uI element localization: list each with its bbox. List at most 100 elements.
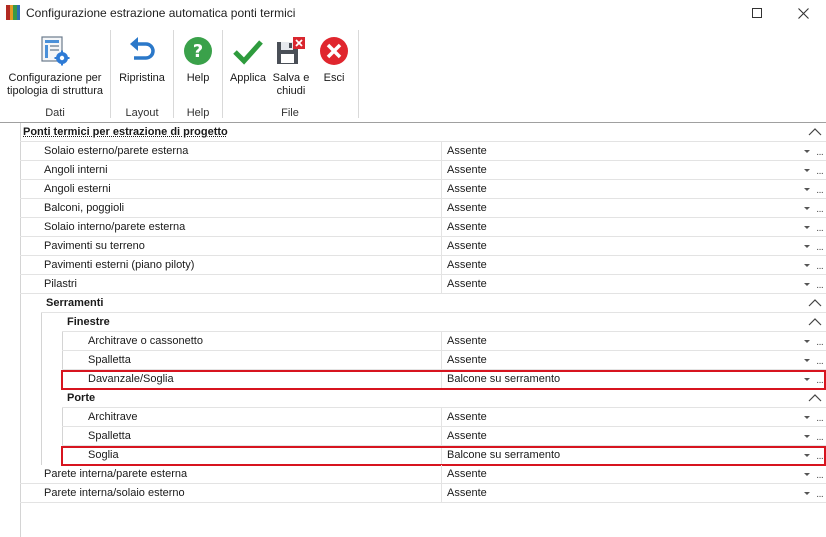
dropdown-arrow-icon[interactable]: [804, 492, 810, 495]
group-file-label: File: [281, 107, 299, 119]
property-name: Soglia: [62, 446, 441, 465]
dropdown-arrow-icon[interactable]: [804, 169, 810, 172]
applica-button[interactable]: Applica: [226, 34, 270, 85]
property-name: Spalletta: [62, 351, 441, 370]
group-dati-label: Dati: [45, 107, 65, 119]
dropdown-arrow-icon[interactable]: [804, 340, 810, 343]
category-porte[interactable]: Porte: [62, 389, 826, 408]
dropdown-arrow-icon[interactable]: [804, 150, 810, 153]
category-finestre[interactable]: Finestre: [62, 313, 826, 332]
save-close-button[interactable]: Salva e chiudi: [270, 34, 312, 98]
ribbon-separator: [110, 30, 111, 118]
category-label: Serramenti: [46, 297, 104, 309]
dropdown-arrow-icon[interactable]: [804, 378, 810, 381]
property-name: Solaio interno/parete esterna: [20, 218, 441, 237]
config-structure-button[interactable]: Configurazione per tipologia di struttur…: [4, 34, 106, 98]
property-row[interactable]: Solaio esterno/parete esterna Assente ···: [0, 142, 826, 161]
property-value-dropdown[interactable]: Assente ···: [441, 275, 826, 294]
maximize-button[interactable]: [734, 0, 780, 26]
property-value-dropdown[interactable]: Assente ···: [441, 180, 826, 199]
dropdown-arrow-icon[interactable]: [804, 473, 810, 476]
property-row[interactable]: Solaio interno/parete esterna Assente ···: [0, 218, 826, 237]
property-row[interactable]: Pilastri Assente ···: [0, 275, 826, 294]
window-title: Configurazione estrazione automatica pon…: [26, 6, 296, 20]
property-value: Balcone su serramento: [447, 373, 561, 385]
property-value-dropdown[interactable]: Balcone su serramento ···: [441, 370, 826, 389]
dropdown-arrow-icon[interactable]: [804, 264, 810, 267]
property-row[interactable]: Parete interna/parete esterna Assente ···: [0, 465, 826, 484]
property-name: Angoli interni: [20, 161, 441, 180]
dropdown-arrow-icon[interactable]: [804, 207, 810, 210]
property-name: Architrave o cassonetto: [62, 332, 441, 351]
property-grid: Ponti termici per estrazione di progetto…: [0, 122, 826, 537]
dropdown-arrow-icon[interactable]: [804, 283, 810, 286]
close-icon: [797, 7, 809, 19]
group-layout-label: Layout: [125, 107, 159, 119]
property-row-highlighted[interactable]: Soglia Balcone su serramento ···: [0, 446, 826, 465]
property-row[interactable]: Angoli esterni Assente ···: [0, 180, 826, 199]
property-value: Assente: [447, 240, 487, 252]
property-value-dropdown[interactable]: Assente ···: [441, 218, 826, 237]
category-ponti-termici[interactable]: Ponti termici per estrazione di progetto: [20, 123, 826, 142]
property-name: Pavimenti esterni (piano piloty): [20, 256, 441, 275]
config-structure-label: Configurazione per tipologia di struttur…: [7, 72, 103, 97]
applica-label: Applica: [229, 72, 267, 84]
collapse-chevron-icon[interactable]: [808, 298, 822, 307]
ripristina-button[interactable]: Ripristina: [114, 34, 170, 85]
help-button[interactable]: ? Help: [177, 34, 219, 85]
undo-icon: [125, 34, 159, 68]
property-row-highlighted[interactable]: Davanzale/Soglia Balcone su serramento ··…: [0, 370, 826, 389]
exit-icon: [317, 34, 351, 68]
property-row[interactable]: Architrave Assente ···: [0, 408, 826, 427]
save-close-label: Salva e chiudi: [272, 72, 310, 97]
dropdown-arrow-icon[interactable]: [804, 188, 810, 191]
property-row[interactable]: Architrave o cassonetto Assente ···: [0, 332, 826, 351]
property-value: Assente: [447, 183, 487, 195]
collapse-chevron-icon[interactable]: [808, 127, 822, 136]
dropdown-arrow-icon[interactable]: [804, 245, 810, 248]
property-value-dropdown[interactable]: Assente ···: [441, 142, 826, 161]
dropdown-arrow-icon[interactable]: [804, 359, 810, 362]
property-row[interactable]: Parete interna/solaio esterno Assente ···: [0, 484, 826, 503]
property-value-dropdown[interactable]: Assente ···: [441, 427, 826, 446]
property-name: Angoli esterni: [20, 180, 441, 199]
dropdown-arrow-icon[interactable]: [804, 435, 810, 438]
close-window-button[interactable]: [780, 0, 826, 26]
dropdown-arrow-icon[interactable]: [804, 454, 810, 457]
property-value: Assente: [447, 335, 487, 347]
property-value-dropdown[interactable]: Assente ···: [441, 408, 826, 427]
property-row[interactable]: Spalletta Assente ···: [0, 351, 826, 370]
category-label: Finestre: [67, 316, 110, 328]
group-help-label: Help: [186, 107, 210, 119]
property-name: Davanzale/Soglia: [62, 370, 441, 389]
property-name: Pilastri: [20, 275, 441, 294]
category-serramenti[interactable]: Serramenti: [41, 294, 826, 313]
property-value-dropdown[interactable]: Assente ···: [441, 465, 826, 484]
property-value-dropdown[interactable]: Assente ···: [441, 332, 826, 351]
ripristina-label: Ripristina: [119, 72, 165, 84]
property-value: Assente: [447, 145, 487, 157]
collapse-chevron-icon[interactable]: [808, 393, 822, 402]
property-value-dropdown[interactable]: Assente ···: [441, 256, 826, 275]
property-value-dropdown[interactable]: Assente ···: [441, 161, 826, 180]
property-row[interactable]: Balconi, poggioli Assente ···: [0, 199, 826, 218]
property-value-dropdown[interactable]: Assente ···: [441, 351, 826, 370]
title-bar: Configurazione estrazione automatica pon…: [0, 0, 826, 26]
property-row[interactable]: Pavimenti esterni (piano piloty) Assente…: [0, 256, 826, 275]
property-value-dropdown[interactable]: Balcone su serramento ···: [441, 446, 826, 465]
property-value-dropdown[interactable]: Assente ···: [441, 199, 826, 218]
dropdown-arrow-icon[interactable]: [804, 416, 810, 419]
property-row[interactable]: Angoli interni Assente ···: [0, 161, 826, 180]
collapse-chevron-icon[interactable]: [808, 317, 822, 326]
property-value-dropdown[interactable]: Assente ···: [441, 237, 826, 256]
ellipsis-button[interactable]: ···: [816, 487, 824, 506]
property-name: Pavimenti su terreno: [20, 237, 441, 256]
property-value-dropdown[interactable]: Assente ···: [441, 484, 826, 503]
property-value: Assente: [447, 468, 487, 480]
property-row[interactable]: Pavimenti su terreno Assente ···: [0, 237, 826, 256]
dropdown-arrow-icon[interactable]: [804, 226, 810, 229]
esci-button[interactable]: Esci: [314, 34, 354, 85]
category-label: Porte: [67, 392, 96, 404]
property-row[interactable]: Spalletta Assente ···: [0, 427, 826, 446]
help-label: Help: [186, 72, 210, 84]
